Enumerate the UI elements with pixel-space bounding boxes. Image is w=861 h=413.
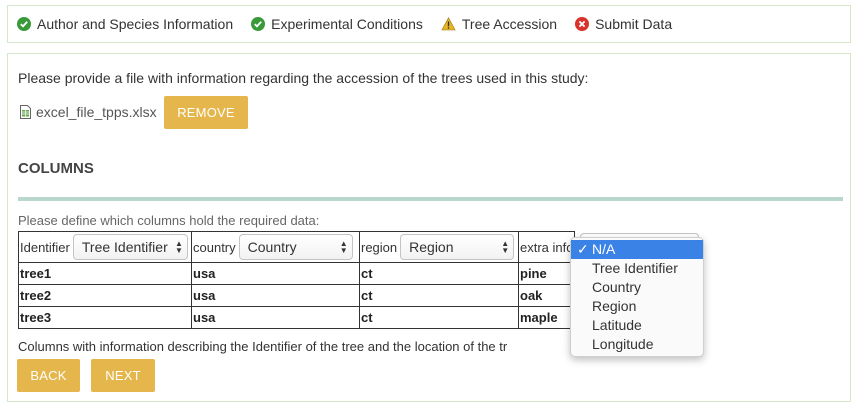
table-cell: maple [517, 306, 576, 329]
step-label: Submit Data [595, 16, 673, 32]
step-label: Author and Species Information [37, 16, 234, 32]
file-prompt: Please provide a file with information r… [18, 70, 589, 86]
column-type-select-identifier[interactable]: Tree Identifier ▲ ▼ [72, 234, 188, 260]
column-type-select-region[interactable]: Region ▲ ▼ [400, 234, 515, 260]
dropdown-option-na[interactable]: ✓ N/A [571, 240, 703, 259]
option-label: Longitude [592, 336, 654, 352]
columns-title: COLUMNS [18, 160, 94, 177]
table-cell: ct [359, 306, 519, 329]
x-circle-icon [575, 17, 590, 31]
option-label: Region [592, 298, 637, 314]
header-cell: country Country ▲ ▼ [191, 231, 360, 263]
table-cell: pine [517, 262, 576, 285]
divider [18, 197, 843, 201]
next-button[interactable]: NEXT [91, 359, 155, 392]
column-type-dropdown-menu[interactable]: ✓ N/A Tree Identifier Country Region Lati… [570, 237, 704, 357]
table-row: tree2 usa ct oak [18, 284, 576, 307]
select-arrows-icon: ▲ ▼ [339, 239, 348, 255]
back-button[interactable]: BACK [17, 359, 80, 392]
select-value: Region [409, 239, 454, 255]
column-label: region [361, 239, 398, 255]
spreadsheet-file-icon [20, 105, 31, 119]
header-cell: region Region ▲ ▼ [359, 231, 519, 263]
column-label: country [193, 239, 236, 255]
dropdown-option-latitude[interactable]: Latitude [571, 316, 703, 335]
step-author-species[interactable]: Author and Species Information [17, 16, 233, 32]
dropdown-option-country[interactable]: Country [571, 278, 703, 297]
table-row: tree1 usa ct pine [18, 262, 576, 285]
table-cell: tree1 [18, 262, 192, 285]
option-label: N/A [592, 241, 616, 257]
step-experimental-conditions[interactable]: Experimental Conditions [251, 16, 423, 32]
step-tree-accession[interactable]: Tree Accession [441, 16, 557, 32]
option-label: Tree Identifier [592, 260, 678, 276]
step-label: Tree Accession [461, 16, 558, 32]
step-label: Experimental Conditions [271, 16, 423, 32]
checkmark-icon: ✓ [577, 241, 589, 257]
table-cell: ct [359, 284, 519, 307]
step-submit-data[interactable]: Submit Data [575, 16, 672, 32]
warning-triangle-icon [441, 17, 456, 31]
columns-table: Identifier Tree Identifier ▲ ▼ country Co… [18, 231, 576, 329]
table-cell: tree2 [18, 284, 192, 307]
select-arrows-icon: ▲ ▼ [174, 239, 183, 255]
select-value: Country [247, 239, 297, 255]
dropdown-option-region[interactable]: Region [571, 297, 703, 316]
column-type-select-country[interactable]: Country ▲ ▼ [238, 234, 353, 260]
table-cell: ct [359, 262, 519, 285]
table-header-row: Identifier Tree Identifier ▲ ▼ country Co… [18, 231, 576, 263]
table-cell: usa [191, 284, 360, 307]
option-label: Country [592, 279, 642, 295]
dropdown-option-tree-identifier[interactable]: Tree Identifier [571, 259, 703, 278]
progress-steps: Author and Species Information Experimen… [7, 5, 851, 43]
table-cell: usa [191, 306, 360, 329]
check-circle-icon [251, 17, 266, 31]
select-arrows-icon: ▲ ▼ [501, 239, 510, 255]
select-value: Tree Identifier [81, 239, 168, 255]
table-cell: oak [517, 284, 576, 307]
header-cell: Identifier Tree Identifier ▲ ▼ [18, 231, 192, 263]
remove-button[interactable]: REMOVE [164, 96, 248, 129]
header-cell: extra info [517, 231, 576, 263]
check-circle-icon [17, 17, 31, 31]
table-cell: tree3 [18, 306, 192, 329]
file-name[interactable]: excel_file_tpps.xlsx [36, 104, 157, 120]
dropdown-option-longitude[interactable]: Longitude [571, 335, 703, 354]
table-row: tree3 usa ct maple [18, 306, 576, 329]
table-cell: usa [191, 262, 360, 285]
column-label: Identifier [20, 239, 70, 255]
option-label: Latitude [592, 317, 642, 333]
columns-footnote: Columns with information describing the … [18, 339, 508, 354]
uploaded-file[interactable]: excel_file_tpps.xlsx [20, 104, 157, 120]
column-label: extra info [520, 239, 574, 255]
define-columns-text: Please define which columns hold the req… [18, 213, 320, 228]
tree-accession-panel: Please provide a file with information r… [7, 53, 851, 402]
